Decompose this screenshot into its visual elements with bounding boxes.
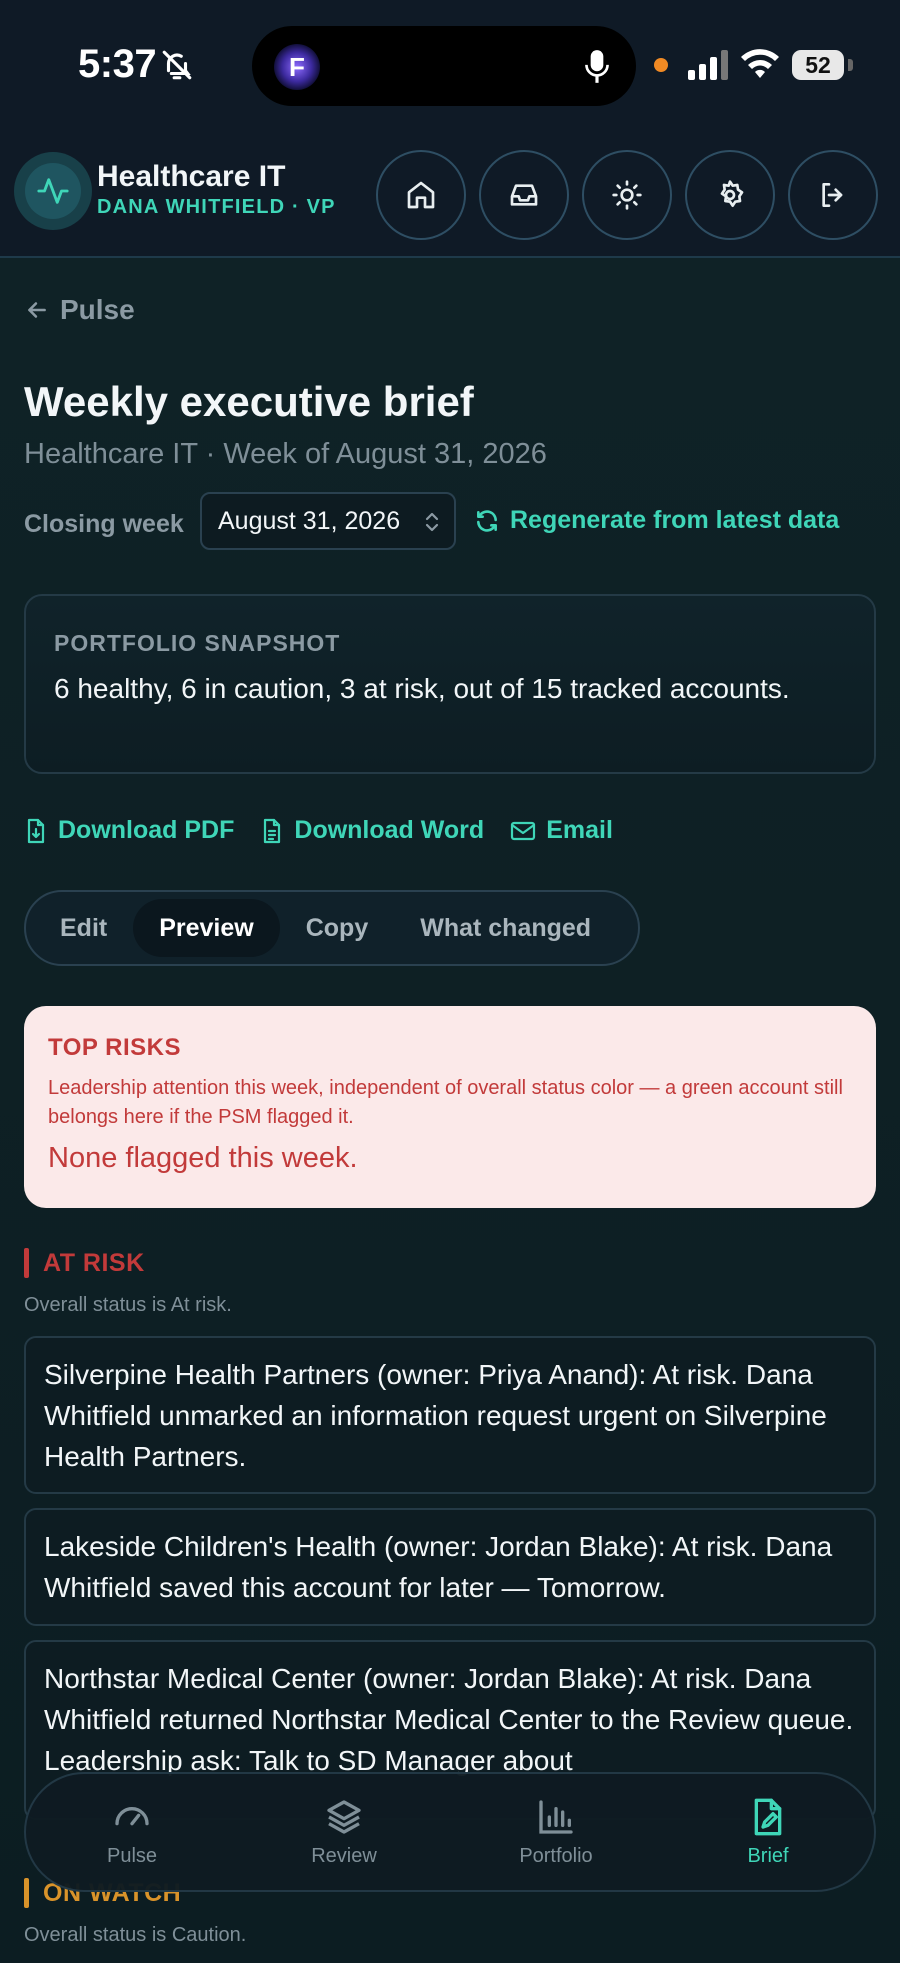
wifi-icon: [741, 49, 779, 78]
microphone-icon: [585, 50, 609, 83]
file-text-icon: [264, 818, 281, 843]
at-risk-item: Lakeside Children's Health (owner: Jorda…: [24, 1508, 876, 1626]
at-risk-heading: AT RISK: [24, 1248, 145, 1278]
at-risk-subtext: Overall status is At risk.: [24, 1294, 232, 1316]
gear-icon: [720, 180, 744, 207]
nav-review[interactable]: Review: [238, 1774, 450, 1890]
regenerate-label: Regenerate from latest data: [510, 506, 840, 534]
closing-week-label: Closing week: [24, 510, 184, 538]
gauge-icon: [115, 1806, 149, 1825]
closing-week-select[interactable]: August 31, 2026: [200, 492, 456, 550]
top-risks-heading: TOP RISKS: [48, 1034, 181, 1061]
top-risks-description: Leadership attention this week, independ…: [48, 1077, 843, 1128]
island-app-icon: F: [274, 44, 320, 90]
view-tabs: Edit Preview Copy What changed: [24, 890, 640, 966]
export-actions: Download PDF Download Word Email: [24, 816, 613, 845]
download-word-button[interactable]: Download Word: [260, 816, 484, 845]
app-logo: [14, 152, 92, 230]
privacy-indicator: [654, 58, 668, 72]
at-risk-label: AT RISK: [43, 1248, 145, 1277]
tab-copy[interactable]: Copy: [280, 899, 395, 957]
home-icon: [407, 181, 435, 209]
file-download-icon: [27, 818, 45, 843]
back-link[interactable]: Pulse: [24, 294, 135, 326]
layers-icon: [327, 1799, 361, 1834]
bottom-nav: Pulse Review Portfolio Brief: [24, 1772, 876, 1892]
download-word-label: Download Word: [294, 816, 485, 844]
user-role: DANA WHITFIELD · VP: [97, 196, 336, 218]
document-pen-icon: [754, 1798, 782, 1835]
top-risks-empty: None flagged this week.: [48, 1142, 358, 1174]
logout-icon: [822, 183, 843, 207]
back-link-label: Pulse: [60, 294, 135, 325]
chevron-updown-icon: [425, 512, 439, 532]
at-risk-item: Silverpine Health Partners (owner: Priya…: [24, 1336, 876, 1494]
mail-icon: [511, 821, 536, 840]
bar-chart-icon: [539, 1799, 573, 1834]
page-subtitle: Healthcare IT · Week of August 31, 2026: [24, 438, 547, 470]
main-content: Pulse Weekly executive brief Healthcare …: [0, 258, 900, 1963]
nav-brief[interactable]: Brief: [662, 1774, 874, 1890]
tab-what-changed[interactable]: What changed: [394, 899, 617, 957]
nav-review-label: Review: [311, 1844, 377, 1867]
arrow-left-icon: [28, 302, 46, 318]
nav-pulse-label: Pulse: [106, 1844, 158, 1867]
portfolio-snapshot-card: PORTFOLIO SNAPSHOT 6 healthy, 6 in cauti…: [24, 594, 876, 774]
download-pdf-label: Download PDF: [58, 816, 235, 844]
status-bar: 5:37 F 52: [0, 0, 900, 130]
nav-portfolio-label: Portfolio: [519, 1844, 593, 1867]
regenerate-button[interactable]: Regenerate from latest data: [474, 506, 839, 535]
on-watch-subtext: Overall status is Caution.: [24, 1924, 247, 1946]
email-button[interactable]: Email: [510, 816, 613, 845]
home-button[interactable]: [376, 150, 466, 240]
sun-icon: [612, 180, 642, 210]
cellular-signal-icon: [688, 50, 728, 80]
snapshot-label: PORTFOLIO SNAPSHOT: [54, 630, 341, 656]
page-title: Weekly executive brief: [24, 378, 474, 425]
nav-brief-label: Brief: [747, 1844, 789, 1867]
nav-pulse[interactable]: Pulse: [26, 1774, 238, 1890]
status-time: 5:37: [78, 42, 157, 86]
nav-portfolio[interactable]: Portfolio: [450, 1774, 662, 1890]
battery-tip: [848, 59, 853, 71]
logout-button[interactable]: [788, 150, 878, 240]
refresh-icon: [477, 509, 497, 532]
settings-button[interactable]: [685, 150, 775, 240]
theme-toggle-button[interactable]: [582, 150, 672, 240]
snapshot-text: 6 healthy, 6 in caution, 3 at risk, out …: [54, 673, 790, 704]
download-pdf-button[interactable]: Download PDF: [24, 816, 234, 845]
email-label: Email: [546, 816, 613, 844]
closing-week-value: August 31, 2026: [218, 506, 401, 535]
bell-muted-icon: [162, 50, 192, 80]
top-risks-panel: TOP RISKS Leadership attention this week…: [24, 1006, 876, 1208]
app-header: Healthcare IT DANA WHITFIELD · VP: [0, 130, 900, 258]
dynamic-island: F: [252, 26, 636, 106]
battery-indicator: 52: [792, 50, 844, 80]
at-risk-marker: [24, 1248, 29, 1278]
tab-preview[interactable]: Preview: [133, 899, 280, 957]
inbox-button[interactable]: [479, 150, 569, 240]
inbox-icon: [510, 184, 538, 206]
org-name: Healthcare IT: [97, 160, 286, 193]
pulse-icon: [37, 178, 69, 204]
tab-edit[interactable]: Edit: [34, 899, 133, 957]
